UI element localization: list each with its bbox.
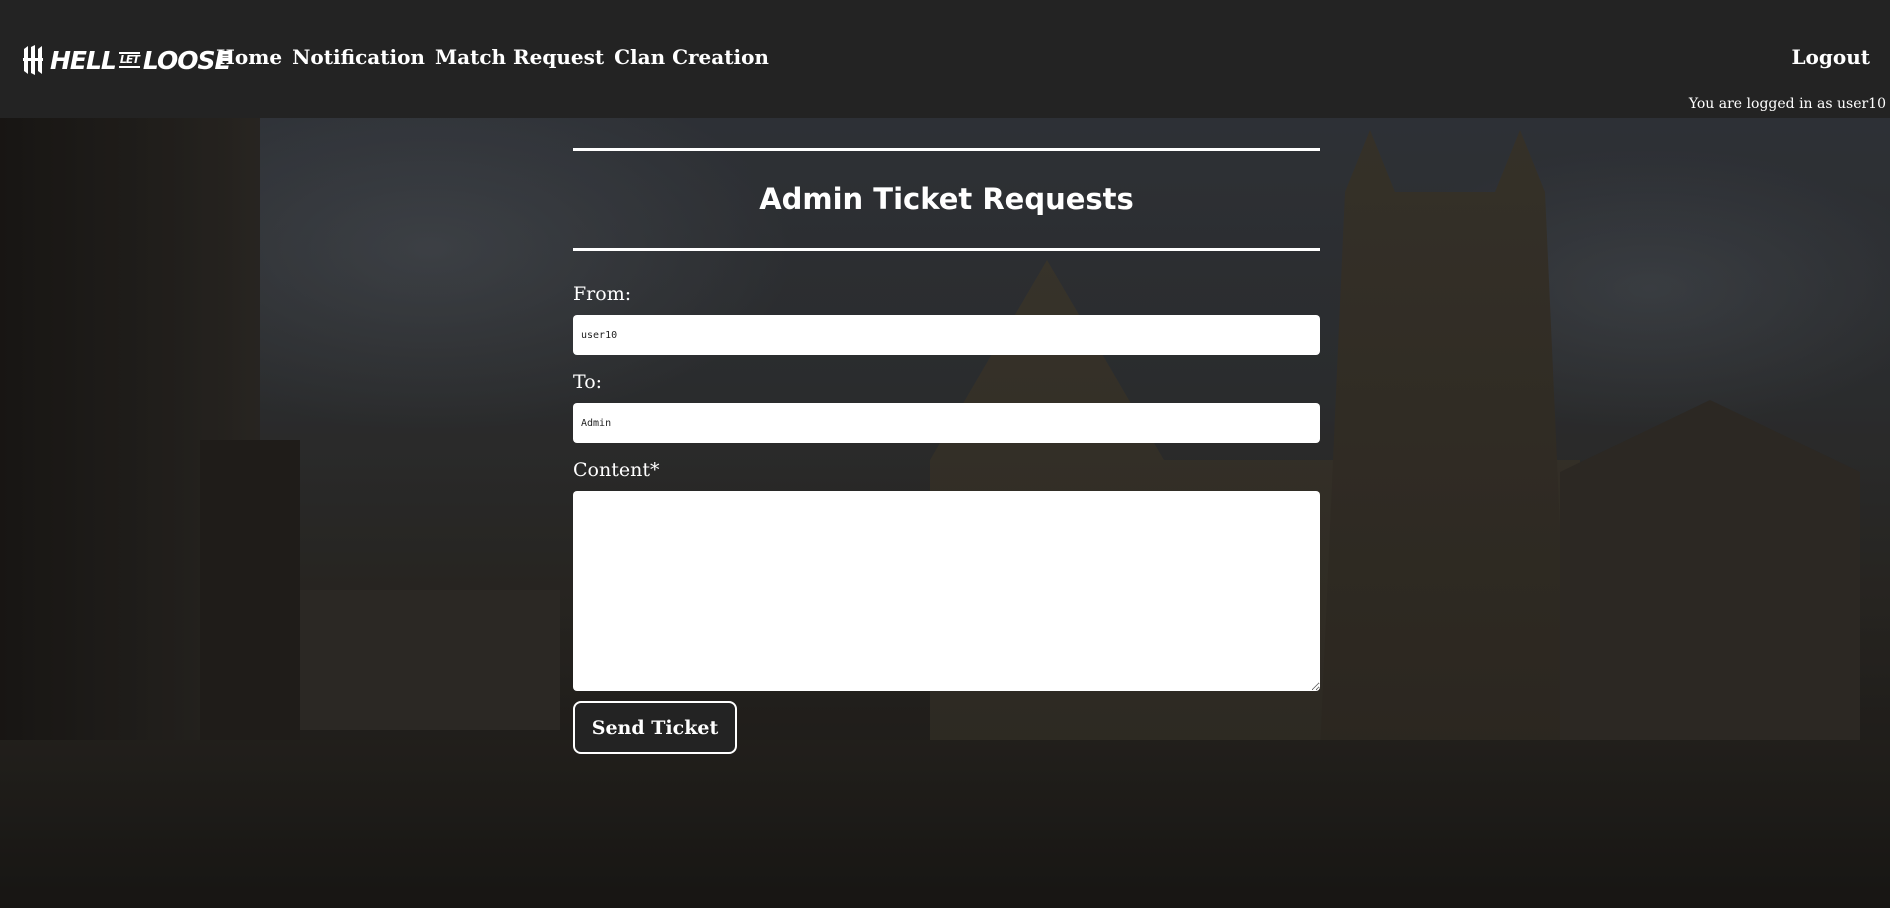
nav-notification[interactable]: Notification [292,45,425,69]
content-label: Content* [573,459,660,481]
nav-home[interactable]: Home [216,45,282,69]
content-textarea[interactable] [573,491,1320,691]
main-nav: Home Notification Match Request Clan Cre… [216,45,769,69]
ticket-form-panel: Admin Ticket Requests From: To: Content*… [573,148,1320,754]
from-label: From: [573,283,632,305]
logo-text: HELL LET LOOSE [50,45,232,75]
divider-bottom [573,248,1320,251]
page-title: Admin Ticket Requests [759,182,1134,216]
hell-let-loose-logo[interactable]: HELL LET LOOSE [22,45,232,75]
logo-text-let: LET [118,52,140,68]
logo-text-hell: HELL [50,45,117,75]
logout-link[interactable]: Logout [1791,45,1870,69]
top-navbar: HELL LET LOOSE Home Notification Match R… [0,0,1890,118]
nav-match-request[interactable]: Match Request [435,45,604,69]
logo-mark-icon [23,45,43,75]
nav-clan-creation[interactable]: Clan Creation [614,45,769,69]
to-field[interactable] [573,403,1320,443]
send-ticket-button[interactable]: Send Ticket [573,701,737,754]
from-field[interactable] [573,315,1320,355]
to-label: To: [573,371,603,393]
logged-in-status: You are logged in as user10 [1688,96,1886,112]
